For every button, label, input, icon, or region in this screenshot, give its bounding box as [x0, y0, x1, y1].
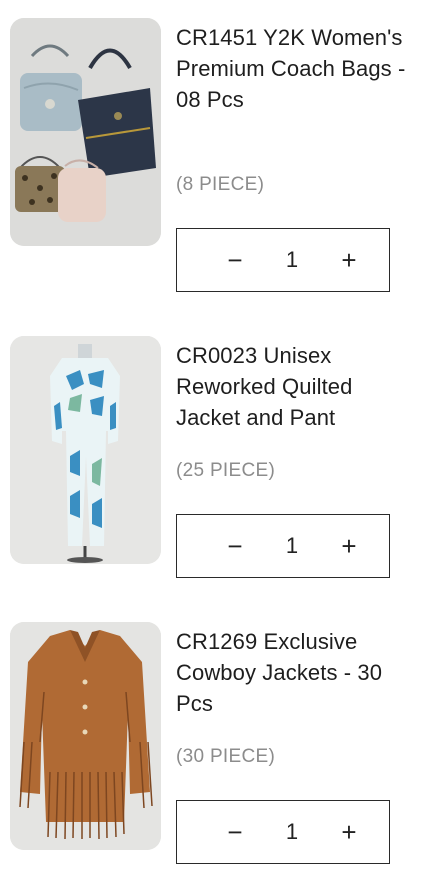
product-item: CR1451 Y2K Women's Premium Coach Bags - …: [0, 18, 445, 292]
product-piece-count: (8 PIECE): [176, 174, 265, 195]
increment-button[interactable]: +: [337, 247, 361, 273]
product-piece-count: (25 PIECE): [176, 460, 276, 481]
decrement-button[interactable]: −: [223, 533, 247, 559]
product-item: CR0023 Unisex Reworked Quilted Jacket an…: [0, 336, 445, 606]
product-image[interactable]: [10, 622, 161, 850]
quantity-stepper: − 1 +: [176, 800, 390, 864]
quantity-value: 1: [285, 247, 299, 272]
product-title[interactable]: CR1451 Y2K Women's Premium Coach Bags - …: [176, 22, 416, 115]
quantity-value: 1: [285, 819, 299, 844]
decrement-button[interactable]: −: [223, 247, 247, 273]
quantity-value: 1: [285, 533, 299, 558]
increment-button[interactable]: +: [337, 533, 361, 559]
product-list: CR1451 Y2K Women's Premium Coach Bags - …: [0, 0, 445, 879]
decrement-button[interactable]: −: [223, 819, 247, 845]
quilted-jacket-pant-image: [10, 336, 161, 564]
product-title[interactable]: CR0023 Unisex Reworked Quilted Jacket an…: [176, 340, 416, 433]
product-image[interactable]: [10, 336, 161, 564]
increment-button[interactable]: +: [337, 819, 361, 845]
cowboy-jacket-image: [10, 622, 161, 850]
product-title[interactable]: CR1269 Exclusive Cowboy Jackets - 30 Pcs: [176, 626, 416, 719]
quantity-stepper: − 1 +: [176, 514, 390, 578]
quantity-stepper: − 1 +: [176, 228, 390, 292]
product-image[interactable]: [10, 18, 161, 246]
product-piece-count: (30 PIECE): [176, 746, 276, 767]
coach-bags-image: [10, 18, 161, 246]
product-item: CR1269 Exclusive Cowboy Jackets - 30 Pcs…: [0, 622, 445, 879]
